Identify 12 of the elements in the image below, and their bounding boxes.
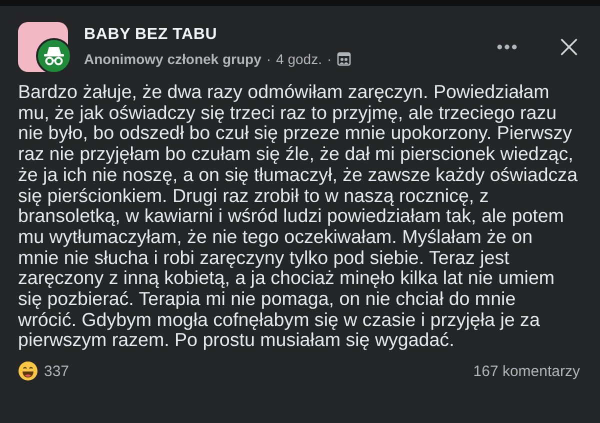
author-label: Anonimowy członek grupy bbox=[84, 51, 262, 67]
reaction-count[interactable]: 337 bbox=[44, 362, 70, 380]
separator: · bbox=[326, 51, 332, 67]
group-name[interactable]: BABY BEZ TABU bbox=[84, 26, 496, 44]
post-time[interactable]: 4 godz. bbox=[276, 51, 322, 67]
post-text: Bardzo żałuje, że dwa razy odmówiłam zaręczyn. Powiedziałam mu, że jak oświadczy się trzeci raz to przyjmę, ale trzeciego razu nie było, bo odszedł bo czuł się przeze mnie upokorzony. Pierwszy raz nie przyjęłam bo czułam się źle, że dał mi pierscionek wiedząc, że ja ich nie noszę, a on się tłumaczył, że zawsze każdy oświadcza się pierścionkiem. Drugi raz zrobił to w naszą rocznicę, z bransoletką, w kawiarni i wśród ludzi powiedziałam tak, ale potem mu wytłumaczyłam, że nie tego oczekiwałam. Myślałam że on mnie nie słucha i robi zaręczyny tylko pod siebie. Teraz jest zaręczony z inną kobietą, a ja chociaż minęło kilka lat nie umiem się pozbierać. Terapia mi nie pomaga, on nie chciał do mnie wrócić. Gdybym mogła cofnęłabym się w czasie i przyjęła je za pierwszym razem. Po prostu musiałam się wygadać. bbox=[18, 82, 579, 352]
laughing-emoji-icon[interactable] bbox=[18, 361, 38, 382]
close-icon[interactable] bbox=[560, 38, 578, 56]
group-audience-icon bbox=[336, 52, 351, 66]
comment-count[interactable]: 167 komentarzy bbox=[473, 362, 580, 380]
more-icon[interactable] bbox=[496, 43, 518, 51]
separator: · bbox=[266, 51, 272, 67]
